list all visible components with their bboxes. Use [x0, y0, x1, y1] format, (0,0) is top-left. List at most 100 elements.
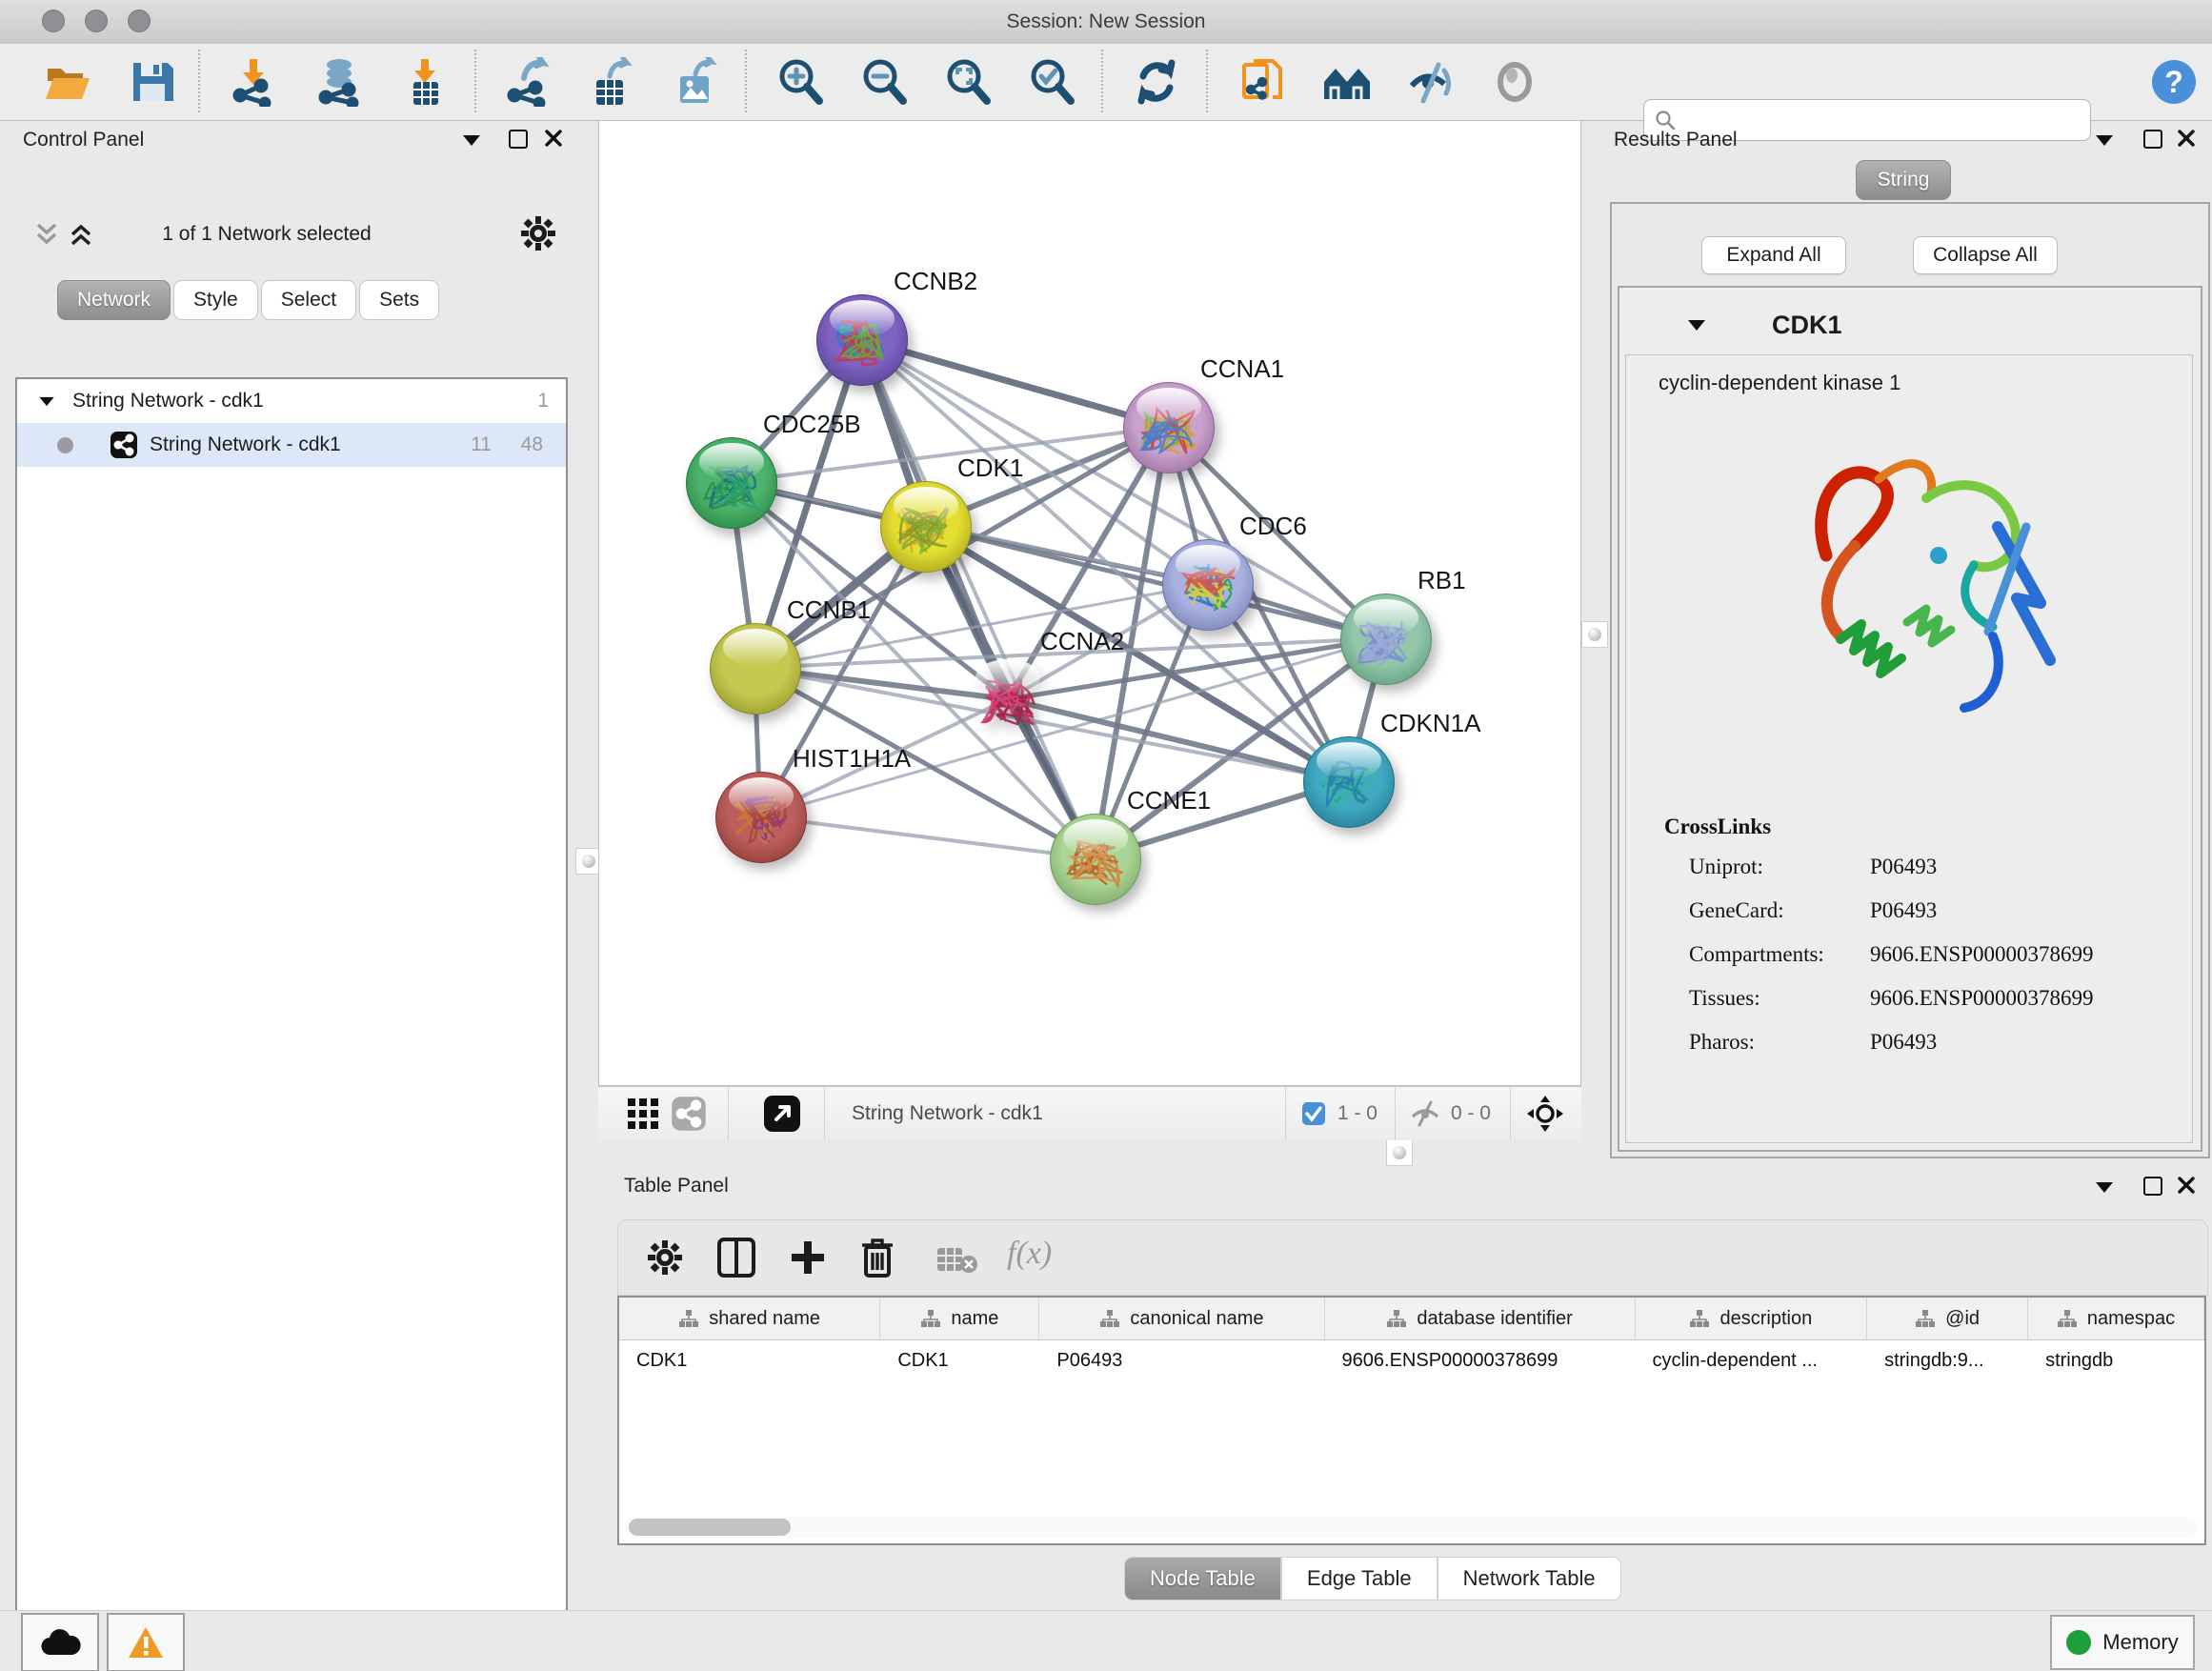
column-header-namespac[interactable]: namespac: [2028, 1298, 2204, 1339]
table-row[interactable]: CDK1CDK1P064939606.ENSP00000378699cyclin…: [619, 1340, 2204, 1380]
tab-node-table[interactable]: Node Table: [1124, 1557, 1281, 1601]
float-panel-button[interactable]: [509, 130, 528, 149]
node-CDKN1A[interactable]: [1303, 736, 1395, 828]
node-CDC25B[interactable]: [686, 437, 777, 529]
zoom-in-icon[interactable]: [775, 57, 825, 107]
zoom-selected-icon[interactable]: [1027, 57, 1076, 107]
cell-shared-name[interactable]: CDK1: [619, 1350, 880, 1372]
table-settings-gear-icon[interactable]: [647, 1239, 683, 1276]
column-header--id[interactable]: @id: [1867, 1298, 2028, 1339]
open-session-icon[interactable]: [42, 57, 91, 107]
close-panel-button[interactable]: [2178, 130, 2195, 147]
cell-canonical-name[interactable]: P06493: [1039, 1350, 1324, 1372]
export-table-icon[interactable]: [587, 57, 636, 107]
zoom-out-icon[interactable]: [859, 57, 909, 107]
node-gloss: [1317, 742, 1381, 779]
warning-button[interactable]: [107, 1613, 185, 1671]
scrollbar-thumb[interactable]: [629, 1519, 791, 1536]
node-CDC6[interactable]: [1162, 539, 1254, 631]
toolbar-separator: [1510, 1087, 1511, 1140]
node-CCNA1[interactable]: [1123, 382, 1215, 473]
export-network-icon[interactable]: [503, 57, 553, 107]
cell-namespac[interactable]: stringdb: [2028, 1350, 2204, 1372]
column-header-description[interactable]: description: [1636, 1298, 1868, 1339]
gene-expand-caret[interactable]: [1688, 320, 1705, 331]
function-builder-button[interactable]: f(x): [1007, 1236, 1052, 1272]
network-tree-root-row[interactable]: String Network - cdk1 1: [17, 379, 566, 423]
node-CCNB1[interactable]: [710, 623, 801, 715]
gene-name-header: CDK1: [1772, 311, 1842, 340]
cell-database-identifier[interactable]: 9606.ENSP00000378699: [1325, 1350, 1636, 1372]
grapher-icon[interactable]: [1490, 57, 1539, 107]
node-table[interactable]: shared namenamecanonical namedatabase id…: [617, 1296, 2206, 1545]
memory-button[interactable]: Memory: [2050, 1615, 2195, 1670]
expand-all-button[interactable]: Expand All: [1701, 236, 1846, 274]
zoom-fit-icon[interactable]: [943, 57, 993, 107]
cell--id[interactable]: stringdb:9...: [1867, 1350, 2028, 1372]
node-RB1[interactable]: [1340, 594, 1432, 685]
delete-table-icon[interactable]: [936, 1245, 978, 1274]
column-header-name[interactable]: name: [880, 1298, 1039, 1339]
collection-count: 1: [537, 390, 549, 413]
cloud-icon: [39, 1628, 81, 1657]
tab-select[interactable]: Select: [261, 280, 356, 320]
close-panel-button[interactable]: [545, 130, 562, 147]
crosslink-compartments-link[interactable]: 9606.ENSP00000378699: [1870, 942, 2094, 967]
show-hide-icon[interactable]: [1406, 57, 1456, 107]
import-network-database-icon[interactable]: [314, 57, 364, 107]
tab-network-table[interactable]: Network Table: [1438, 1557, 1621, 1601]
node-CCNA2[interactable]: [963, 654, 1053, 744]
toolbar-separator: [1101, 50, 1103, 112]
panel-menu-caret[interactable]: [463, 135, 480, 146]
refresh-icon[interactable]: [1132, 57, 1181, 107]
crosslink-genecard-link[interactable]: P06493: [1870, 898, 1937, 923]
tab-style[interactable]: Style: [173, 280, 258, 320]
node-CCNE1[interactable]: [1050, 814, 1141, 905]
network-row-selected[interactable]: String Network - cdk1 11 48: [17, 423, 566, 467]
save-session-icon[interactable]: [128, 57, 177, 107]
node-label-CCNE1: CCNE1: [1127, 786, 1211, 815]
tab-edge-table[interactable]: Edge Table: [1281, 1557, 1438, 1601]
node-CCNB2[interactable]: [816, 294, 908, 386]
column-header-database-identifier[interactable]: database identifier: [1325, 1298, 1636, 1339]
hidden-eye-icon[interactable]: [1409, 1099, 1441, 1128]
tab-sets[interactable]: Sets: [359, 280, 439, 320]
cell-description[interactable]: cyclin-dependent ...: [1636, 1350, 1868, 1372]
import-network-file-icon[interactable]: [229, 57, 278, 107]
network-canvas[interactable]: CCNB2CCNA1CDC25BCDK1CDC6RB1CCNB1CCNA2CDK…: [598, 120, 1581, 1086]
string-view-icon[interactable]: [671, 1096, 707, 1132]
selected-checkbox-icon[interactable]: [1301, 1101, 1326, 1126]
column-header-shared-name[interactable]: shared name: [619, 1298, 880, 1339]
tab-string[interactable]: String: [1856, 160, 1951, 200]
table-horizontal-scrollbar[interactable]: [625, 1517, 2197, 1538]
show-columns-icon[interactable]: [717, 1238, 755, 1278]
node-CDK1[interactable]: [880, 481, 972, 573]
detach-view-icon[interactable]: [763, 1095, 801, 1133]
help-icon[interactable]: ?: [2149, 57, 2199, 107]
crosslink-tissues-link[interactable]: 9606.ENSP00000378699: [1870, 986, 2094, 1011]
float-panel-button[interactable]: [2143, 1177, 2162, 1196]
memory-status-dot: [2066, 1630, 2091, 1655]
float-panel-button[interactable]: [2143, 130, 2162, 149]
clone-network-icon[interactable]: [1238, 57, 1288, 107]
column-header-canonical-name[interactable]: canonical name: [1039, 1298, 1324, 1339]
tab-network[interactable]: Network: [57, 280, 171, 320]
gear-icon[interactable]: [520, 215, 556, 252]
panel-menu-caret[interactable]: [2096, 135, 2113, 146]
tree-expand-caret[interactable]: [39, 396, 53, 405]
cell-name[interactable]: CDK1: [880, 1350, 1039, 1372]
pan-crosshair-icon[interactable]: [1526, 1095, 1564, 1133]
crosslink-pharos-link[interactable]: P06493: [1870, 1030, 1937, 1055]
cloud-button[interactable]: [21, 1613, 99, 1671]
node-HIST1H1A[interactable]: [715, 772, 807, 863]
add-column-icon[interactable]: [788, 1238, 828, 1278]
close-panel-button[interactable]: [2178, 1177, 2195, 1194]
export-image-icon[interactable]: [671, 57, 720, 107]
grid-mode-icon[interactable]: [627, 1097, 659, 1130]
import-table-icon[interactable]: [400, 57, 450, 107]
panel-menu-caret[interactable]: [2096, 1182, 2113, 1193]
collapse-all-button[interactable]: Collapse All: [1913, 236, 2058, 274]
crosslink-uniprot-link[interactable]: P06493: [1870, 855, 1937, 879]
home-icon[interactable]: [1322, 57, 1372, 107]
delete-column-trash-icon[interactable]: [858, 1236, 896, 1279]
